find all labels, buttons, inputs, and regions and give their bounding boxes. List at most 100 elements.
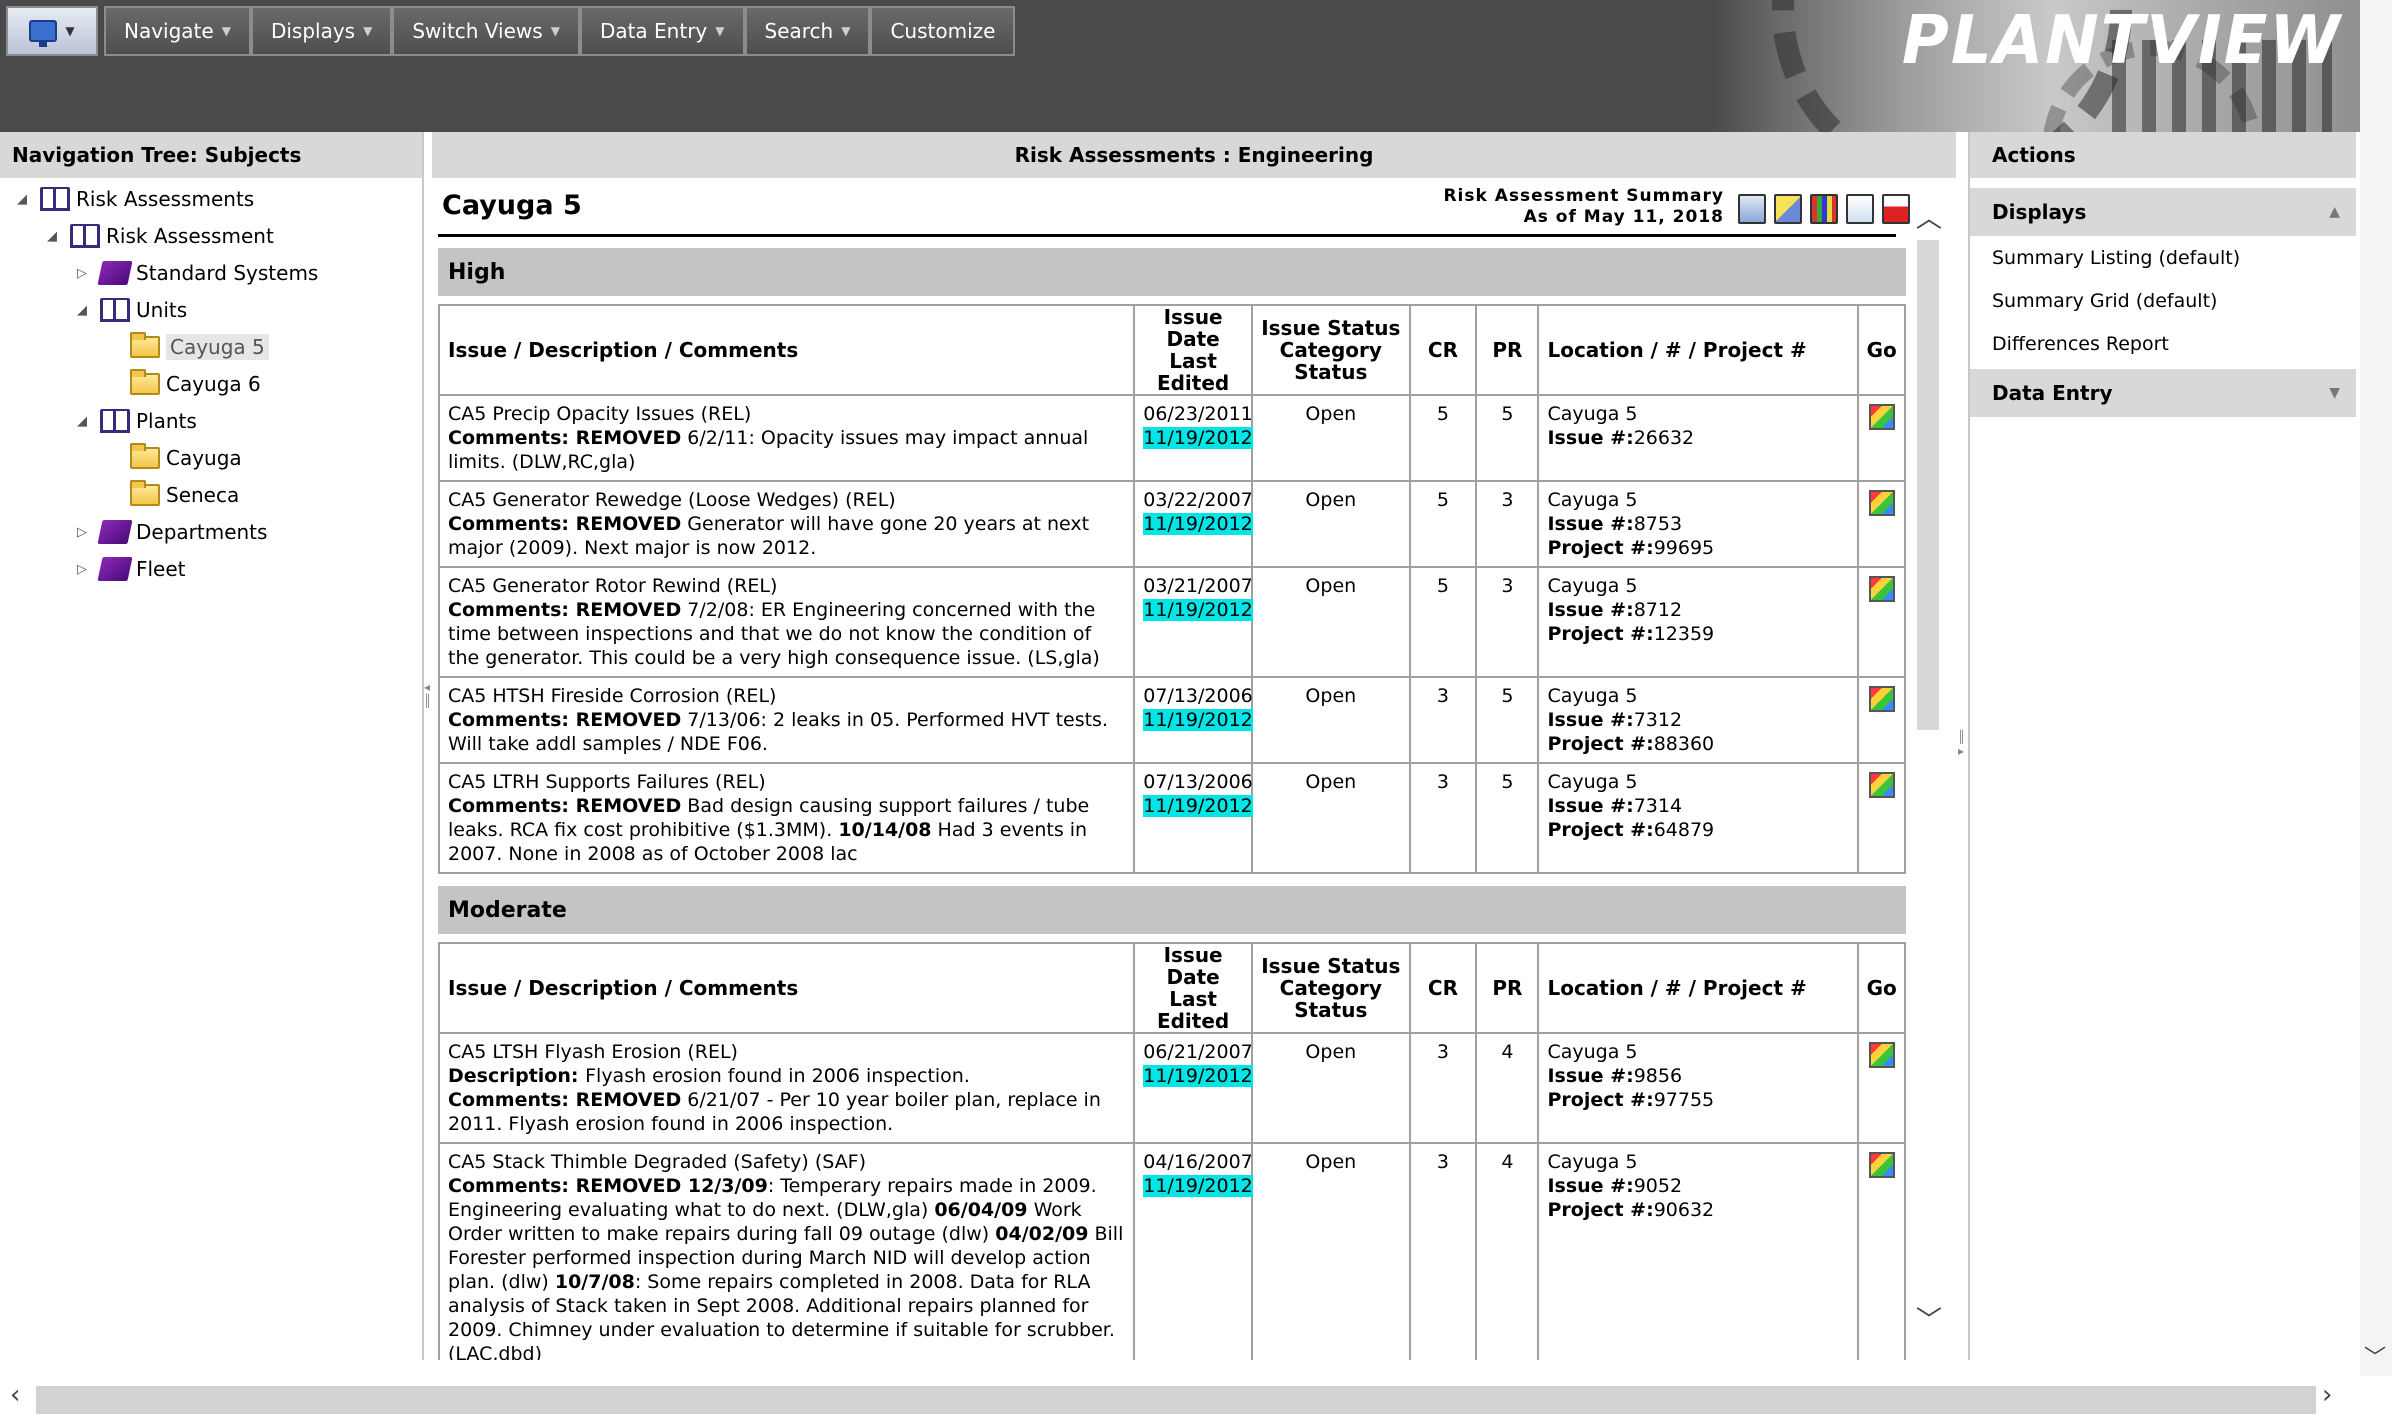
comment-bold-text: REMOVED (575, 427, 682, 449)
go-cell (1857, 762, 1906, 874)
table-row: CA5 Stack Thimble Degraded (Safety) (SAF… (437, 1142, 1906, 1360)
date-cell: 04/16/2007 11/19/2012 (1133, 1142, 1253, 1360)
horizontal-scroll-thumb[interactable] (36, 1386, 2316, 1414)
summary-as-of-date: As of May 11, 2018 (1523, 207, 1724, 227)
tree-node-label: Cayuga (166, 446, 242, 470)
comment-bold-text: REMOVED 12/3/09 (575, 1175, 768, 1197)
scroll-up-icon[interactable]: ︿ (1916, 198, 1942, 235)
expanded-arrow-icon[interactable]: ◢ (12, 192, 32, 207)
pr-cell: 4 (1475, 1032, 1540, 1144)
home-menu-button[interactable]: ▼ (6, 6, 98, 56)
pdf-icon[interactable] (1882, 194, 1910, 224)
cr-column-header[interactable]: CR (1408, 304, 1478, 396)
right-panel-collapse-handle[interactable]: ║ ▸ (1958, 730, 1966, 810)
risk-issues-table: Issue / Description / Comments Issue Date… (437, 942, 1906, 1360)
actions-panel: Actions Displays ▲ Summary Listing (defa… (1968, 132, 2356, 1360)
displays-section-header[interactable]: Displays ▲ (1970, 188, 2356, 236)
menu-label: Displays (270, 19, 356, 43)
menu-customize-button[interactable]: Customize (870, 6, 1016, 56)
tree-node[interactable]: ▷ Fleet (72, 552, 186, 586)
cr-cell: 5 (1408, 394, 1478, 482)
tree-node[interactable]: ◢ Units (72, 293, 187, 327)
tree-node[interactable]: ◢ Risk Assessment (42, 219, 274, 253)
collapsed-arrow-icon[interactable]: ▷ (72, 562, 92, 577)
issue-title: CA5 Precip Opacity Issues (REL) (448, 403, 752, 425)
menu-search-button[interactable]: Search ▼ (744, 6, 871, 56)
issue-column-header[interactable]: Issue / Description / Comments (437, 942, 1136, 1034)
subject-title: Cayuga 5 (442, 190, 582, 221)
status-column-header[interactable]: Issue Status Category Status (1250, 942, 1411, 1034)
go-report-icon[interactable] (1868, 1042, 1895, 1068)
expanded-arrow-icon[interactable]: ◢ (72, 303, 92, 318)
comment-text: Flyash erosion found in 2006 inspection. (585, 1065, 970, 1087)
date-column-header[interactable]: Issue Date Last Edited (1133, 942, 1253, 1034)
monitor-icon (29, 20, 58, 47)
left-panel-collapse-handle[interactable]: ◂ ║ (424, 680, 432, 760)
window-vertical-scrollbar[interactable]: ﹀ (2360, 0, 2392, 1376)
expanded-arrow-icon[interactable]: ◢ (72, 414, 92, 429)
last-edited-date: 11/19/2012 (1143, 794, 1253, 818)
tree-node[interactable]: Cayuga 6 (102, 367, 261, 401)
expanded-arrow-icon[interactable]: ◢ (42, 229, 62, 244)
scroll-right-icon[interactable]: › (2322, 1380, 2332, 1410)
last-edited-date: 11/19/2012 (1143, 1064, 1253, 1088)
collapsed-arrow-icon[interactable]: ▷ (72, 525, 92, 540)
go-report-icon[interactable] (1868, 772, 1895, 798)
date-column-header[interactable]: Issue Date Last Edited (1133, 304, 1253, 396)
collapsed-arrow-icon[interactable]: ▷ (72, 266, 92, 281)
grid-view-icon[interactable] (1810, 194, 1838, 224)
tree-node[interactable]: Cayuga 5 (102, 330, 269, 364)
data-entry-section-header[interactable]: Data Entry ▼ (1970, 369, 2356, 417)
tree-node[interactable]: ▷ Standard Systems (72, 256, 318, 290)
tree-node[interactable]: ▷ Departments (72, 515, 267, 549)
location-column-header[interactable]: Location / # / Project # (1537, 304, 1860, 396)
go-report-icon[interactable] (1868, 490, 1895, 516)
location-column-header[interactable]: Location / # / Project # (1537, 942, 1860, 1034)
table-row: CA5 LTRH Supports Failures (REL) Comments… (437, 762, 1906, 874)
content-scroll-thumb[interactable] (1917, 240, 1939, 730)
data-entry-section-label: Data Entry (1992, 381, 2113, 405)
go-report-icon[interactable] (1868, 686, 1895, 712)
display-option-item[interactable]: Summary Listing (default) (1970, 236, 2356, 279)
report-settings-icon[interactable] (1738, 194, 1766, 224)
tree-node-label: Risk Assessment (106, 224, 274, 248)
go-cell (1857, 1142, 1906, 1360)
tree-node[interactable]: ◢ Risk Assessments (12, 182, 254, 216)
scroll-left-icon[interactable]: ‹ (10, 1380, 20, 1410)
window-scroll-down-icon[interactable]: ﹀ (2364, 1340, 2386, 1372)
pr-cell: 3 (1475, 480, 1540, 568)
tree-node[interactable]: Cayuga (102, 441, 242, 475)
menu-displays-button[interactable]: Displays ▼ (250, 6, 393, 56)
tree-node-label: Fleet (136, 557, 186, 581)
issue-comment: Comments: REMOVED 7/2/08: ER Engineering… (448, 598, 1125, 670)
go-report-icon[interactable] (1868, 404, 1895, 430)
tree-node[interactable]: Seneca (102, 478, 239, 512)
book-icon (40, 187, 70, 211)
go-report-icon[interactable] (1868, 576, 1895, 602)
menu-switch-views-button[interactable]: Switch Views ▼ (392, 6, 580, 56)
purple-book-icon (97, 520, 133, 544)
cr-column-header[interactable]: CR (1408, 942, 1478, 1034)
scroll-down-icon[interactable]: ﹀ (1916, 1300, 1942, 1337)
center-panel-title: Risk Assessments : Engineering (432, 132, 1956, 178)
issue-cell: CA5 Stack Thimble Degraded (Safety) (SAF… (437, 1142, 1136, 1360)
filter-icon[interactable] (1774, 194, 1802, 224)
chevron-down-icon: ▼ (550, 24, 560, 38)
display-option-item[interactable]: Summary Grid (default) (1970, 279, 2356, 322)
export-icon[interactable] (1846, 194, 1874, 224)
issue-column-header[interactable]: Issue / Description / Comments (437, 304, 1136, 396)
chevron-down-icon: ▼ (363, 24, 373, 38)
display-option-item[interactable]: Differences Report (1970, 322, 2356, 365)
comment-bold-text: Comments: (448, 427, 576, 449)
menu-data-entry-button[interactable]: Data Entry ▼ (579, 6, 745, 56)
pr-cell: 4 (1475, 1142, 1540, 1360)
pr-column-header[interactable]: PR (1475, 942, 1540, 1034)
location-name: Cayuga 5 (1547, 771, 1638, 793)
menu-navigate-button[interactable]: Navigate ▼ (104, 6, 251, 56)
project-number-line: Project #:99695 (1547, 536, 1849, 560)
pr-column-header[interactable]: PR (1475, 304, 1540, 396)
tree-node[interactable]: ◢ Plants (72, 404, 197, 438)
last-edited-highlight: 11/19/2012 (1143, 709, 1253, 731)
go-report-icon[interactable] (1868, 1152, 1895, 1178)
status-column-header[interactable]: Issue Status Category Status (1250, 304, 1411, 396)
